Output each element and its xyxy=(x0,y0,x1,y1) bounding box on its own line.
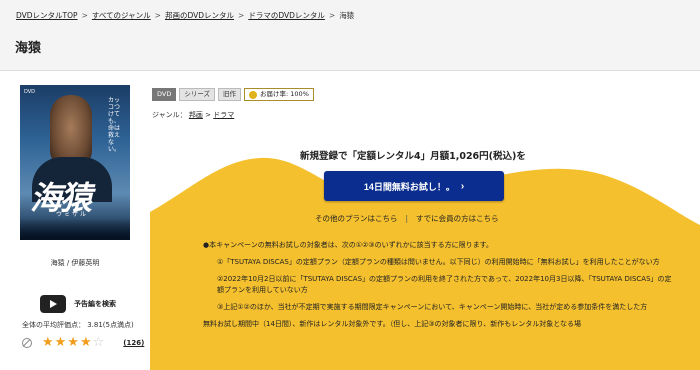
breadcrumb-dvd-top[interactable]: DVDレンタルTOP xyxy=(16,11,78,20)
campaign-headline: 新規登録で「定額レンタル4」月額1,026円(税込)を xyxy=(300,151,526,162)
breadcrumb-current: 海猿 xyxy=(339,11,355,20)
member-login-link[interactable]: すでに会員の方はこちら xyxy=(416,214,499,223)
trailer-label: 予告編を検索 xyxy=(74,300,116,308)
delivery-icon xyxy=(249,90,258,99)
genre-label: ジャンル： xyxy=(152,111,187,119)
notes-item-3: ③上記①②のほか、当社が不定期で実施する期間限定キャンペーンにおいて、キャンペー… xyxy=(217,303,648,311)
breadcrumb-sep: > xyxy=(328,11,336,20)
stars-filled: ★★★★ xyxy=(42,335,93,350)
breadcrumb-japanese-films[interactable]: 邦画のDVDレンタル xyxy=(165,11,234,20)
breadcrumb-sep: > xyxy=(81,11,88,20)
dvd-cover-image[interactable]: DVD カッコつけても、命は救えない。 海猿 ウミザル xyxy=(20,85,130,240)
genre-link-japanese[interactable]: 邦画 xyxy=(189,111,203,119)
rating-row: ★★★★☆ (126) xyxy=(22,335,144,350)
other-plans-link[interactable]: その他のプランはこちら xyxy=(315,214,398,223)
notes-item-2: ②2022年10月2日以前に「TSUTAYA DISCAS」の定額プランの利用を… xyxy=(217,275,672,294)
delivery-rate-text: お届け率: 100% xyxy=(260,90,309,98)
chevron-right-icon: › xyxy=(460,180,465,192)
average-rating: 全体の平均評価点： 3.81(5点満点) xyxy=(22,321,134,329)
play-icon xyxy=(40,295,66,313)
dvd-badge: DVD xyxy=(152,88,177,101)
review-count-link[interactable]: (126) xyxy=(123,339,144,347)
notes-trailing: 無料お試し期間中（14日間）、新作はレンタル対象外です。（但し、上記③の対象者に… xyxy=(203,320,581,328)
cover-caption: 海猿 / 伊藤英明 xyxy=(50,259,100,267)
free-trial-label: 14日間無料お試し！。 xyxy=(363,181,455,192)
poster-tagline: カッコつけても、命は救えない。 xyxy=(108,97,121,153)
trailer-search-button[interactable]: 予告編を検索 xyxy=(40,295,116,313)
old-release-badge: 旧作 xyxy=(218,88,242,101)
delivery-rate-badge: お届け率: 100% xyxy=(244,88,314,101)
breadcrumb-drama[interactable]: ドラマのDVDレンタル xyxy=(248,11,325,20)
notes-item-1: ①「TSUTAYA DISCAS」の定額プラン（定額プランの種類は問いません。以… xyxy=(217,258,660,266)
breadcrumb: DVDレンタルTOP > すべてのジャンル > 邦画のDVDレンタル > ドラマのDVDレン… xyxy=(16,10,354,21)
breadcrumb-all-genres[interactable]: すべてのジャンル xyxy=(92,11,151,20)
badge-row: DVD シリーズ 旧作 お届け率: 100% xyxy=(152,88,314,101)
page-title: 海猿 xyxy=(15,41,42,56)
header-area: DVDレンタルTOP > すべてのジャンル > 邦画のDVDレンタル > ドラマのDVDレン… xyxy=(0,0,700,71)
series-badge: シリーズ xyxy=(179,88,216,101)
poster-crowd xyxy=(20,218,130,240)
notes-intro: ●本キャンペーンの無料お試しの対象者は、次の①②③のいずれかに該当する方に限りま… xyxy=(203,241,493,249)
genre-link-drama[interactable]: ドラマ xyxy=(213,111,234,119)
prohibited-icon xyxy=(22,337,32,348)
plan-links: その他のプランはこちら | すでに会員の方はこちら xyxy=(315,213,499,224)
campaign-notes: ●本キャンペーンの無料お試しの対象者は、次の①②③のいずれかに該当する方に限りま… xyxy=(203,240,673,336)
genre-line: ジャンル： 邦画 > ドラマ xyxy=(152,110,234,120)
stars-empty: ☆ xyxy=(92,335,106,350)
genre-sep: > xyxy=(205,111,211,119)
poster-subtitle: ウミザル xyxy=(56,211,89,218)
breadcrumb-sep: > xyxy=(154,11,161,20)
star-rating: ★★★★☆ xyxy=(42,335,105,350)
poster-dvd-mark: DVD xyxy=(24,89,36,95)
breadcrumb-sep: > xyxy=(238,11,245,20)
free-trial-button[interactable]: 14日間無料お試し！。 › xyxy=(324,171,504,201)
link-separator: | xyxy=(405,214,409,223)
